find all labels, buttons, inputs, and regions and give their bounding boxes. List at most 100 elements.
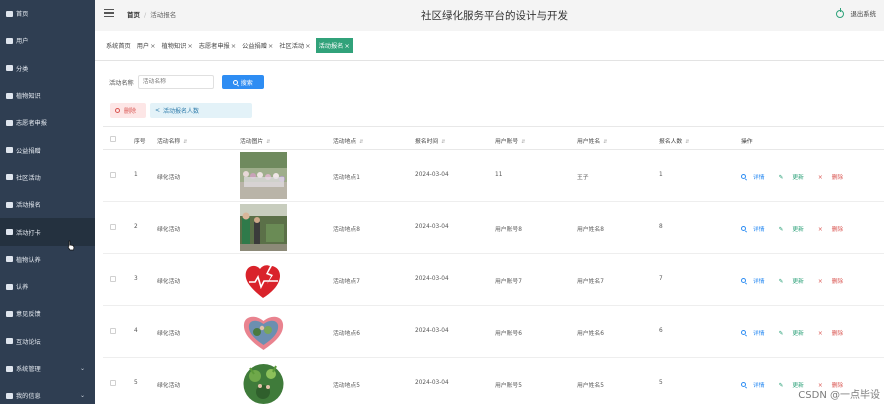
sidebar-item-activity-checkin[interactable]: 活动打卡 <box>0 218 95 246</box>
sidebar-item-volunteer[interactable]: 志愿者申报 <box>0 109 95 136</box>
sidebar-item-users[interactable]: 用户 <box>0 27 95 54</box>
row-delete-button[interactable]: × 删除 <box>818 172 850 181</box>
sidebar-item-feedback[interactable]: 意见反馈 <box>0 300 95 327</box>
row-index: 1 <box>134 172 138 178</box>
sidebar-item-label: 植物知识 <box>16 93 41 101</box>
close-icon[interactable]: × <box>268 42 273 50</box>
close-icon[interactable]: × <box>231 42 236 50</box>
detail-button[interactable]: 详情 <box>741 224 772 233</box>
tab-community-activity[interactable]: 社区活动 × <box>278 39 311 52</box>
signup-time: 2024-03-04 <box>415 380 449 386</box>
user-name: 用户姓名7 <box>577 279 604 285</box>
close-icon: × <box>817 227 823 233</box>
signup-count-button[interactable]: < 活动报名人数 <box>150 103 252 118</box>
row-checkbox[interactable] <box>110 328 116 334</box>
sidebar-item-forum[interactable]: 互动论坛 <box>0 328 95 355</box>
detail-button[interactable]: 详情 <box>741 328 772 337</box>
row-actions: 详情 ✎ 更新 × 删除 <box>741 224 857 233</box>
profile-icon <box>6 392 13 399</box>
table-header: 序号 活动名称 ⇵ 活动图片 ⇵ 活动地点 ⇵ 报名时间 ⇵ 用户账号 ⇵ 用户姓名 ⇵ 报… <box>103 126 884 150</box>
search-icon <box>741 226 746 231</box>
update-button[interactable]: ✎ 更新 <box>779 328 811 337</box>
share-icon: < <box>155 107 161 114</box>
sidebar-item-activity-signup[interactable]: 活动报名 <box>0 191 95 218</box>
signup-count-label: 活动报名人数 <box>163 108 200 115</box>
edit-icon: ✎ <box>778 175 784 181</box>
signup-time: 2024-03-04 <box>415 276 449 282</box>
sidebar-item-label: 活动报名 <box>16 202 41 210</box>
activity-image <box>240 204 287 251</box>
delete-label: 删除 <box>124 108 137 115</box>
user-account: 用户账号5 <box>495 383 522 389</box>
row-delete-button[interactable]: × 删除 <box>818 328 850 337</box>
column-header[interactable]: 用户账号 ⇵ <box>495 136 525 145</box>
search-input[interactable] <box>137 75 214 89</box>
row-checkbox[interactable] <box>110 276 116 282</box>
tab-plant-knowledge[interactable]: 植物知识 × <box>161 39 194 52</box>
column-header[interactable]: 用户姓名 ⇵ <box>577 136 607 145</box>
search-bar: 活动名称 搜索 <box>109 75 264 89</box>
detail-button[interactable]: 详情 <box>741 380 772 389</box>
row-index: 5 <box>134 380 138 386</box>
sidebar-item-community-activity[interactable]: 社区活动 <box>0 164 95 191</box>
update-button[interactable]: ✎ 更新 <box>779 172 811 181</box>
delete-button[interactable]: 删除 <box>110 103 146 118</box>
delete-icon <box>115 108 120 113</box>
row-checkbox[interactable] <box>110 172 116 178</box>
tab-volunteer[interactable]: 志愿者申报 × <box>198 39 237 52</box>
logout-button[interactable]: 退出系统 <box>836 8 876 18</box>
signup-count: 8 <box>659 224 663 230</box>
tab-label: 社区活动 <box>279 43 305 50</box>
page-title: 社区绿化服务平台的设计与开发 <box>421 10 568 22</box>
row-checkbox[interactable] <box>110 380 116 386</box>
column-header[interactable]: 活动名称 ⇵ <box>157 136 187 145</box>
column-header[interactable]: 活动图片 ⇵ <box>240 136 270 145</box>
row-delete-button[interactable]: × 删除 <box>818 276 850 285</box>
sort-icon: ⇵ <box>359 139 364 145</box>
column-header[interactable]: 报名时间 ⇵ <box>415 136 445 145</box>
sidebar-item-label: 用户 <box>16 38 29 46</box>
row-delete-button[interactable]: × 删除 <box>818 224 850 233</box>
row-checkbox[interactable] <box>110 224 116 230</box>
sidebar-item-donation[interactable]: 公益捐赠 <box>0 136 95 163</box>
sidebar-item-plant-knowledge[interactable]: 植物知识 <box>0 82 95 109</box>
tab-users[interactable]: 用户 × <box>136 39 157 52</box>
row-index: 3 <box>134 276 138 282</box>
sort-icon: ⇵ <box>685 139 690 145</box>
detail-button[interactable]: 详情 <box>741 276 772 285</box>
tab-activity-signup[interactable]: 活动报名 × <box>315 38 353 53</box>
watermark: CSDN @一点毕设 <box>798 390 880 401</box>
search-button[interactable]: 搜索 <box>221 75 264 89</box>
sidebar-item-my-info[interactable]: 我的信息 ⌄ <box>0 382 95 404</box>
sidebar-item-label: 植物认养 <box>16 256 41 264</box>
user-name: 用户姓名8 <box>577 227 604 233</box>
sidebar-item-category[interactable]: 分类 <box>0 55 95 82</box>
sidebar-item-adoption[interactable]: 认养 <box>0 273 95 300</box>
close-icon[interactable]: × <box>305 42 310 50</box>
close-icon: × <box>817 331 823 337</box>
activity-image <box>240 308 287 355</box>
sidebar-item-label: 分类 <box>16 65 29 73</box>
sidebar-item-label: 我的信息 <box>16 393 41 401</box>
close-icon[interactable]: × <box>187 42 192 50</box>
update-button[interactable]: ✎ 更新 <box>779 276 811 285</box>
activity-place: 活动地点8 <box>333 227 360 233</box>
signup-icon <box>6 201 13 208</box>
search-icon <box>741 382 746 387</box>
update-button[interactable]: ✎ 更新 <box>779 224 811 233</box>
sidebar-item-plant-adoption[interactable]: 植物认养 <box>0 246 95 273</box>
sidebar-item-home[interactable]: 首页 <box>0 0 95 27</box>
tab-label: 用户 <box>136 43 150 50</box>
sidebar-item-system[interactable]: 系统管理 ⌄ <box>0 355 95 382</box>
activity-place: 活动地点7 <box>333 279 360 285</box>
close-icon[interactable]: × <box>344 42 349 50</box>
tab-system-home[interactable]: 系统首页 <box>105 39 132 52</box>
forum-icon <box>6 338 13 345</box>
column-header[interactable]: 报名人数 ⇵ <box>659 136 689 145</box>
column-header[interactable]: 活动地点 ⇵ <box>333 136 363 145</box>
close-icon[interactable]: × <box>150 42 155 50</box>
tab-donation[interactable]: 公益捐赠 × <box>241 39 274 52</box>
select-all-checkbox[interactable] <box>110 136 116 142</box>
detail-button[interactable]: 详情 <box>741 172 772 181</box>
chart-icon <box>6 283 13 290</box>
